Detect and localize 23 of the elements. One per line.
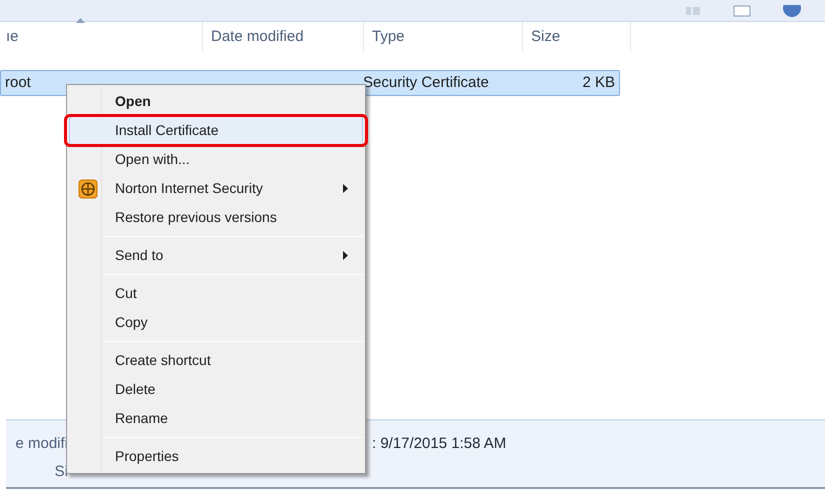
menu-item[interactable]: Copy xyxy=(69,308,363,337)
menu-item[interactable]: Delete xyxy=(69,375,363,404)
submenu-arrow-icon xyxy=(343,184,348,193)
column-header[interactable]: Date modified xyxy=(203,22,364,52)
menu-item[interactable]: Send to xyxy=(69,241,363,270)
column-header[interactable]: ıe xyxy=(6,22,203,52)
menu-item[interactable]: Rename xyxy=(69,404,363,433)
sort-arrow-icon xyxy=(76,18,85,23)
column-header[interactable]: Size xyxy=(523,22,631,52)
file-type: Security Certificate xyxy=(363,72,490,93)
menu-item[interactable]: Properties xyxy=(69,442,363,471)
menu-item[interactable]: Cut xyxy=(69,279,363,308)
menu-item[interactable]: Norton Internet Security xyxy=(69,174,363,203)
globe-icon xyxy=(78,178,98,198)
pane-icon[interactable] xyxy=(733,4,751,16)
file-name: root xyxy=(4,72,32,93)
submenu-arrow-icon xyxy=(343,251,348,260)
menu-item[interactable]: Open with... xyxy=(69,145,363,174)
menu-item[interactable]: Create shortcut xyxy=(69,346,363,375)
menu-item[interactable]: Restore previous versions xyxy=(69,203,363,232)
details-value: : 9/17/2015 1:58 AM xyxy=(372,434,506,454)
file-size: 2 KB xyxy=(581,72,615,93)
column-header[interactable]: Type xyxy=(364,22,523,52)
